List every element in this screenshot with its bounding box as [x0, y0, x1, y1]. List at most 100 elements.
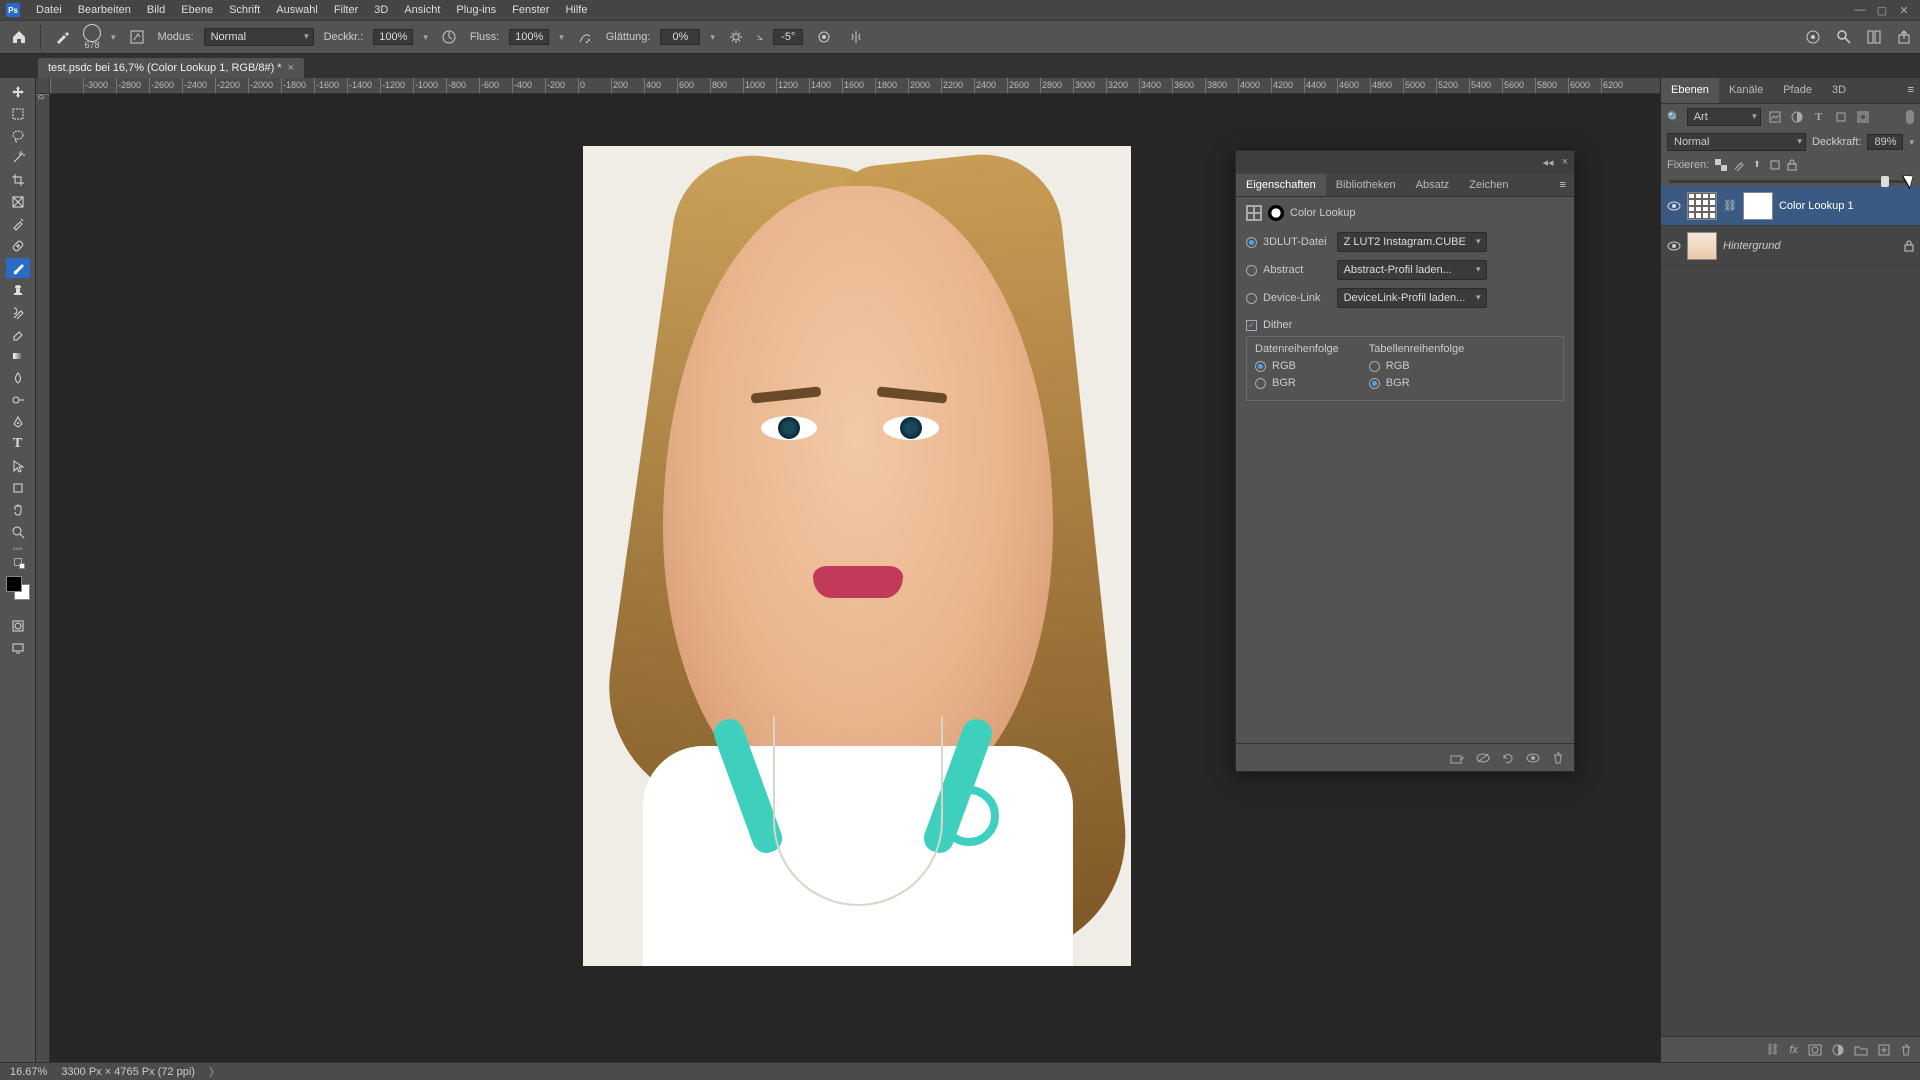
filter-toggle[interactable]: [1906, 110, 1914, 124]
share-icon[interactable]: [1896, 29, 1912, 45]
menu-datei[interactable]: Datei: [28, 4, 70, 16]
lock-all-icon[interactable]: [1787, 159, 1797, 171]
filter-pixel-icon[interactable]: [1767, 109, 1783, 125]
tab-3d[interactable]: 3D: [1822, 78, 1856, 103]
color-swatches[interactable]: [6, 576, 30, 600]
menu-bild[interactable]: Bild: [139, 4, 173, 16]
brush-panel-toggle-icon[interactable]: [126, 26, 148, 48]
group-icon[interactable]: [1854, 1044, 1868, 1056]
panel-menu-icon[interactable]: ≡: [1902, 78, 1920, 103]
gradient-tool[interactable]: [6, 346, 30, 366]
link-layers-icon[interactable]: ⛓: [1765, 1043, 1779, 1056]
menu-ansicht[interactable]: Ansicht: [396, 4, 448, 16]
opacity-flyout[interactable]: ▾: [1909, 137, 1914, 148]
document-tab[interactable]: test.psdc bei 16,7% (Color Lookup 1, RGB…: [38, 58, 304, 78]
close-panel-icon[interactable]: ×: [1562, 156, 1568, 168]
screenmode-icon[interactable]: [6, 638, 30, 658]
minimize-button[interactable]: —: [1850, 3, 1870, 17]
reset-icon[interactable]: [1502, 752, 1514, 764]
shape-tool[interactable]: [6, 478, 30, 498]
tab-ebenen[interactable]: Ebenen: [1661, 78, 1719, 103]
status-flyout-icon[interactable]: 〉: [209, 1064, 220, 1080]
adjustment-icon[interactable]: [1832, 1044, 1844, 1056]
visibility-toggle[interactable]: [1667, 199, 1681, 213]
menu-hilfe[interactable]: Hilfe: [557, 4, 595, 16]
lock-pos-icon[interactable]: [1751, 159, 1763, 171]
visibility-toggle[interactable]: [1667, 239, 1681, 253]
blend-mode-select[interactable]: Normal: [1667, 133, 1806, 151]
opacity-input[interactable]: 100%: [373, 29, 413, 45]
filter-type-icon[interactable]: T: [1811, 109, 1827, 125]
data-order-bgr[interactable]: BGR: [1255, 377, 1339, 389]
move-tool[interactable]: [6, 82, 30, 102]
pen-tool[interactable]: [6, 412, 30, 432]
radio-abstract[interactable]: Abstract: [1246, 264, 1327, 276]
mask-icon[interactable]: [1808, 1044, 1822, 1056]
collapse-icon[interactable]: ◂◂: [1543, 156, 1554, 169]
view-prev-icon[interactable]: [1476, 753, 1490, 763]
adjustment-thumb[interactable]: [1687, 192, 1717, 220]
path-select-tool[interactable]: [6, 456, 30, 476]
brush-preview[interactable]: 678: [83, 24, 101, 50]
dither-checkbox[interactable]: Dither: [1246, 319, 1564, 331]
menu-plugins[interactable]: Plug-ins: [448, 4, 504, 16]
tab-pfade[interactable]: Pfade: [1773, 78, 1822, 103]
menu-auswahl[interactable]: Auswahl: [268, 4, 326, 16]
eraser-tool[interactable]: [6, 324, 30, 344]
menu-fenster[interactable]: Fenster: [504, 4, 557, 16]
close-tab-icon[interactable]: ×: [288, 62, 294, 74]
table-order-bgr[interactable]: BGR: [1369, 377, 1464, 389]
tab-bibliotheken[interactable]: Bibliotheken: [1326, 174, 1406, 196]
zoom-tool[interactable]: [6, 522, 30, 542]
maximize-button[interactable]: ▢: [1872, 3, 1892, 17]
flow-input[interactable]: 100%: [509, 29, 549, 45]
close-button[interactable]: ✕: [1894, 3, 1914, 17]
eyedropper-tool[interactable]: [6, 214, 30, 234]
filter-kind-select[interactable]: Art: [1687, 108, 1761, 126]
layer-thumb[interactable]: [1687, 232, 1717, 260]
new-layer-icon[interactable]: [1878, 1044, 1890, 1056]
delete-icon[interactable]: [1900, 1044, 1912, 1056]
dodge-tool[interactable]: [6, 390, 30, 410]
heal-tool[interactable]: [6, 236, 30, 256]
panel-header[interactable]: ◂◂ ×: [1236, 151, 1574, 173]
tab-zeichen[interactable]: Zeichen: [1459, 174, 1518, 196]
tab-eigenschaften[interactable]: Eigenschaften: [1236, 174, 1326, 196]
table-order-rgb[interactable]: RGB: [1369, 360, 1464, 372]
blur-tool[interactable]: [6, 368, 30, 388]
brush-tool[interactable]: [6, 258, 30, 278]
stamp-tool[interactable]: [6, 280, 30, 300]
opacity-chevron[interactable]: ▾: [423, 32, 428, 43]
angle-input[interactable]: -5°: [773, 29, 803, 45]
lock-icon[interactable]: [1904, 240, 1914, 252]
smoothing-input[interactable]: 0%: [660, 29, 700, 45]
type-tool[interactable]: T: [6, 434, 30, 454]
lock-artboard-icon[interactable]: [1769, 159, 1781, 171]
default-colors-icon[interactable]: [14, 558, 22, 566]
layer-row-hintergrund[interactable]: Hintergrund: [1661, 226, 1920, 266]
fx-icon[interactable]: fx: [1789, 1044, 1798, 1056]
menu-ebene[interactable]: Ebene: [173, 4, 221, 16]
cloud-icon[interactable]: [1804, 30, 1822, 44]
toolbar-more[interactable]: •••: [13, 544, 22, 554]
layer-name[interactable]: Hintergrund: [1723, 240, 1898, 252]
layer-row-colorlookup[interactable]: ⛓ Color Lookup 1: [1661, 186, 1920, 226]
blend-mode-select[interactable]: Normal: [204, 28, 314, 46]
lut-file-select[interactable]: Z LUT2 Instagram.CUBE: [1337, 232, 1487, 252]
hand-tool[interactable]: [6, 500, 30, 520]
tool-preset-icon[interactable]: [51, 26, 73, 48]
lock-trans-icon[interactable]: [1715, 159, 1727, 171]
quickmask-icon[interactable]: [6, 616, 30, 636]
zoom-level[interactable]: 16.67%: [10, 1066, 47, 1078]
opacity-slider-thumb[interactable]: [1881, 176, 1889, 187]
data-order-rgb[interactable]: RGB: [1255, 360, 1339, 372]
filter-smart-icon[interactable]: [1855, 109, 1871, 125]
brush-preset-chevron[interactable]: ▾: [111, 32, 116, 43]
abstract-select[interactable]: Abstract-Profil laden...: [1337, 260, 1487, 280]
smoothing-options-icon[interactable]: [725, 26, 747, 48]
smoothing-chevron[interactable]: ▾: [710, 32, 715, 43]
tab-absatz[interactable]: Absatz: [1406, 174, 1460, 196]
marquee-tool[interactable]: [6, 104, 30, 124]
menu-schrift[interactable]: Schrift: [221, 4, 268, 16]
arrange-icon[interactable]: [1866, 29, 1882, 45]
